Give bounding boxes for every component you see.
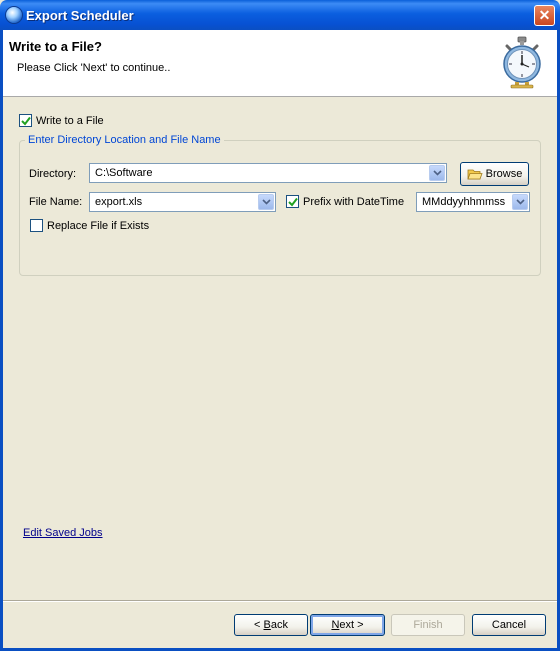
next-label: Next >: [331, 619, 364, 631]
checkmark-icon: [287, 197, 298, 207]
close-button[interactable]: ✕: [534, 5, 555, 26]
footer-separator: [3, 600, 557, 602]
finish-button[interactable]: Finish: [391, 614, 465, 636]
wizard-header: Write to a File? Please Click 'Next' to …: [3, 30, 557, 97]
directory-dropdown-arrow[interactable]: [429, 165, 445, 181]
write-to-file-label: Write to a File: [36, 114, 104, 127]
checkmark-icon: [20, 116, 31, 126]
group-legend: Enter Directory Location and File Name: [28, 134, 221, 146]
replace-file-checkbox[interactable]: Replace File if Exists: [30, 219, 149, 232]
replace-file-label: Replace File if Exists: [47, 219, 150, 232]
datetime-format-value: MMddyyhhmmss: [422, 196, 506, 208]
prefix-datetime-checkbox[interactable]: Prefix with DateTime: [286, 195, 404, 208]
edit-saved-jobs-link[interactable]: Edit Saved Jobs: [23, 527, 103, 539]
chevron-down-icon: [261, 199, 271, 205]
chevron-down-icon: [432, 170, 442, 176]
directory-combobox[interactable]: C:\Software: [89, 163, 447, 183]
back-label: < Back: [254, 619, 288, 631]
title-bar[interactable]: Export Scheduler ✕: [0, 0, 560, 30]
back-button[interactable]: < Back: [234, 614, 308, 636]
datetime-format-combobox[interactable]: MMddyyhhmmss: [416, 192, 530, 212]
page-title: Write to a File?: [9, 39, 102, 54]
datetime-format-dropdown-arrow[interactable]: [512, 194, 528, 210]
prefix-datetime-check-box[interactable]: [286, 195, 299, 208]
file-name-dropdown-arrow[interactable]: [258, 194, 274, 210]
folder-open-icon: [467, 169, 483, 179]
chevron-down-icon: [515, 199, 525, 205]
browse-label: Browse: [485, 168, 523, 180]
replace-file-check-box[interactable]: [30, 219, 43, 232]
write-to-file-checkbox[interactable]: Write to a File: [19, 114, 104, 127]
finish-label: Finish: [413, 619, 443, 631]
page-subtitle: Please Click 'Next' to continue..: [17, 62, 171, 74]
file-name-combobox[interactable]: export.xls: [89, 192, 276, 212]
app-globe-icon: [6, 7, 22, 23]
cancel-label: Cancel: [491, 619, 527, 631]
write-to-file-check-box[interactable]: [19, 114, 32, 127]
file-name-value: export.xls: [95, 196, 143, 208]
window-title: Export Scheduler: [26, 8, 134, 23]
cancel-button[interactable]: Cancel: [472, 614, 546, 636]
directory-value: C:\Software: [95, 167, 153, 179]
prefix-datetime-label: Prefix with DateTime: [303, 195, 405, 208]
file-name-label: File Name:: [29, 196, 83, 208]
next-button[interactable]: Next >: [310, 614, 385, 636]
browse-button[interactable]: Browse: [460, 162, 529, 186]
stopwatch-icon: [503, 36, 541, 89]
directory-label: Directory:: [29, 168, 77, 180]
close-icon: ✕: [538, 7, 551, 23]
